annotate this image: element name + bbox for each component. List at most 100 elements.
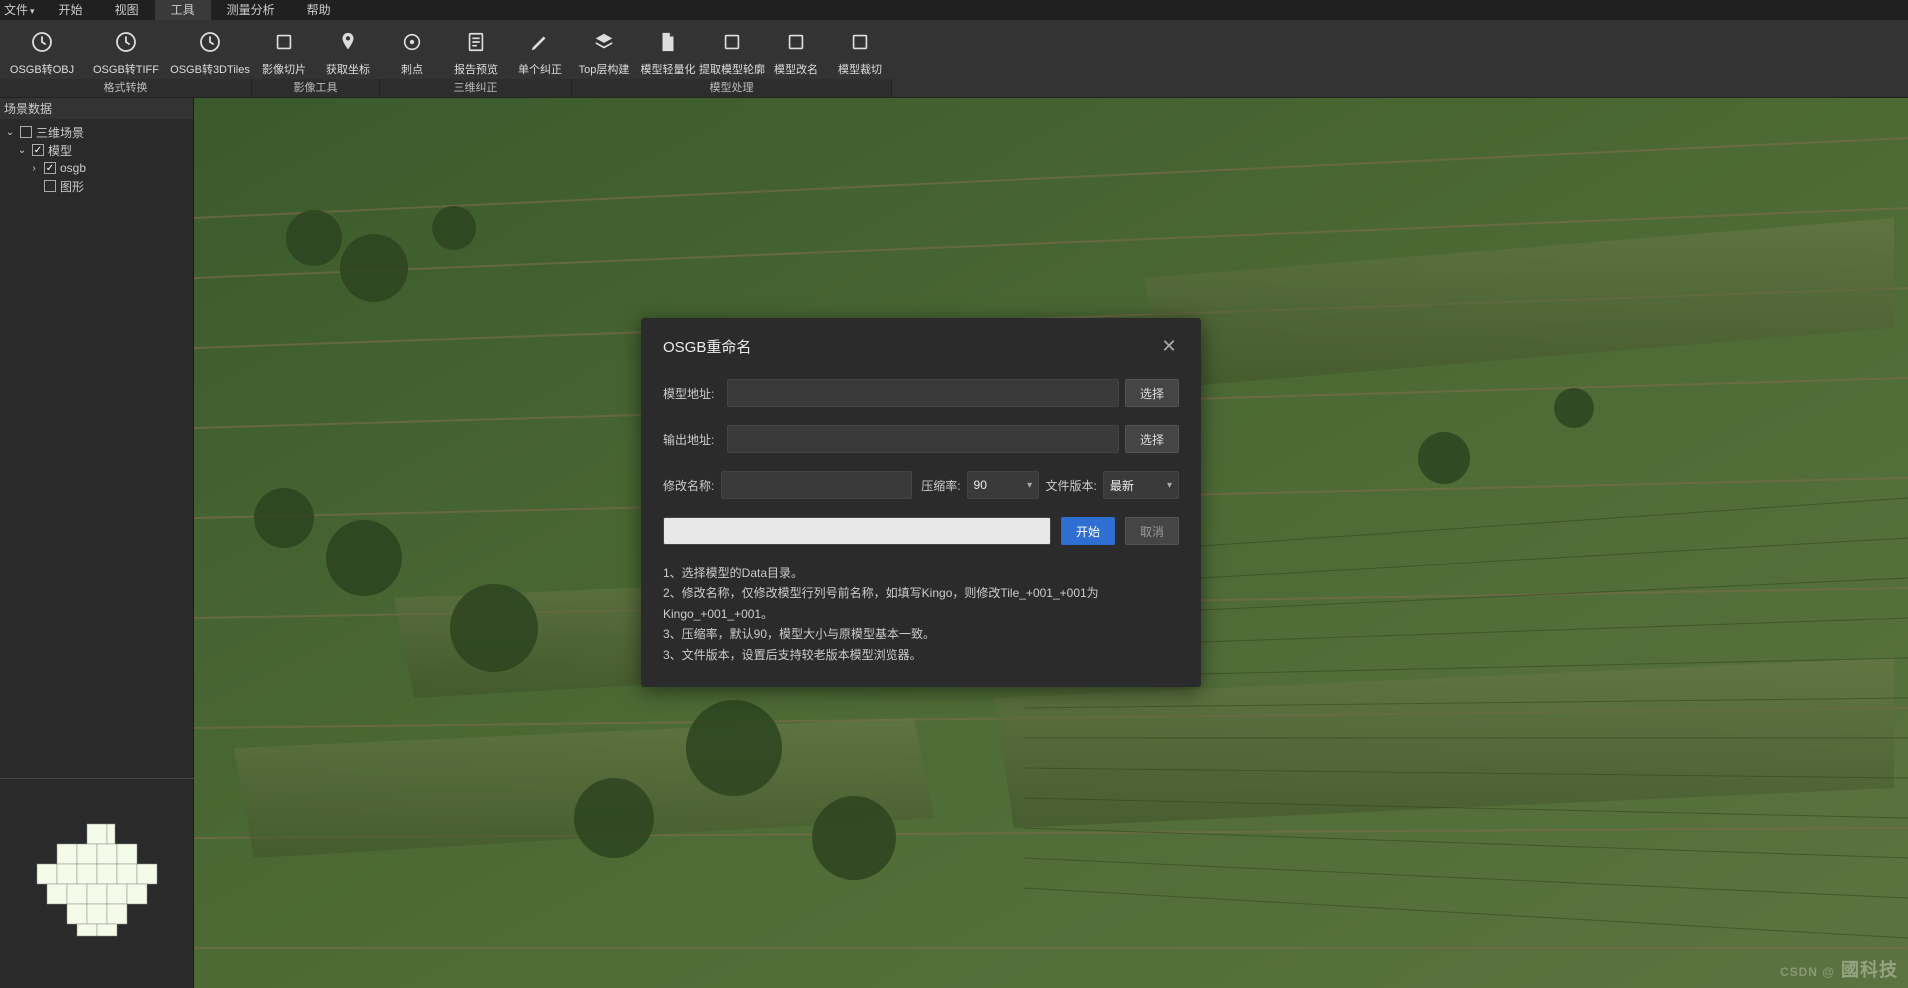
version-value: 最新 (1110, 477, 1134, 494)
output-path-select-button[interactable]: 选择 (1125, 425, 1179, 453)
checkbox[interactable] (44, 180, 56, 192)
ribbon-label: OSGB转3DTiles (170, 61, 250, 77)
tree-label: 图形 (60, 178, 84, 195)
square-icon (719, 29, 745, 55)
model-path-select-button[interactable]: 选择 (1125, 379, 1179, 407)
ribbon-group-label: 格式转换 (0, 79, 252, 97)
ribbon-label: 提取模型轮廓 (699, 61, 765, 77)
checkbox-checked[interactable]: ✓ (44, 162, 56, 174)
tree-model[interactable]: ⌄ ✓ 模型 (2, 141, 193, 159)
doc-icon (463, 29, 489, 55)
cancel-button[interactable]: 取消 (1125, 517, 1179, 545)
menu-measure[interactable]: 测量分析 (211, 0, 291, 20)
checkbox[interactable] (20, 126, 32, 138)
menu-start[interactable]: 开始 (43, 0, 99, 20)
prick-button[interactable]: 刺点 (380, 20, 444, 79)
ribbon-label: 模型裁切 (838, 61, 882, 77)
ribbon-label: 报告预览 (454, 61, 498, 77)
model-light-button[interactable]: 模型轻量化 (636, 20, 700, 79)
menu-tool[interactable]: 工具 (155, 0, 211, 20)
version-label: 文件版本: (1045, 477, 1097, 494)
menu-file[interactable]: 文件 (0, 0, 43, 20)
get-coord-button[interactable]: 获取坐标 (316, 20, 380, 79)
ribbon-label: OSGB转OBJ (10, 61, 74, 77)
menu-help[interactable]: 帮助 (291, 0, 347, 20)
compress-select[interactable]: 90 (967, 471, 1040, 499)
ribbon-group-label: 模型处理 (572, 79, 892, 97)
ribbon-label: OSGB转TIFF (93, 61, 159, 77)
compress-label: 压缩率: (918, 477, 961, 494)
square-icon (783, 29, 809, 55)
progress-input (663, 517, 1051, 545)
close-icon[interactable]: ✕ (1159, 336, 1179, 357)
tree-label: osgb (60, 161, 86, 175)
twisty-right-icon: › (28, 163, 40, 174)
single-correct-button[interactable]: 单个纠正 (508, 20, 572, 79)
dialog-title: OSGB重命名 (663, 336, 751, 357)
help-line-1: 1、选择模型的Data目录。 (663, 563, 1179, 583)
help-text: 1、选择模型的Data目录。 2、修改名称，仅修改模型行列号前名称，如填写Kin… (663, 563, 1179, 665)
target-icon (399, 29, 425, 55)
tree-shape[interactable]: 图形 (2, 177, 193, 195)
ribbon-group-label: 三维纠正 (380, 79, 572, 97)
tree-osgb[interactable]: › ✓ osgb (2, 159, 193, 177)
image-slice-button[interactable]: 影像切片 (252, 20, 316, 79)
watermark-text: 國科技 (1841, 960, 1898, 980)
tree-root[interactable]: ⌄ 三维场景 (2, 123, 193, 141)
model-crop-button[interactable]: 模型裁切 (828, 20, 892, 79)
output-path-input[interactable] (727, 425, 1119, 453)
square-icon (847, 29, 873, 55)
compress-value: 90 (974, 478, 987, 492)
model-path-input[interactable] (727, 379, 1119, 407)
report-preview-button[interactable]: 报告预览 (444, 20, 508, 79)
ribbon-label: 单个纠正 (518, 61, 562, 77)
version-select[interactable]: 最新 (1103, 471, 1179, 499)
watermark-prefix: CSDN @ (1780, 965, 1835, 979)
twisty-down-icon: ⌄ (4, 127, 16, 138)
viewport-3d[interactable]: OSGB重命名 ✕ 模型地址: 选择 输出地址: 选择 修改名称: 压缩率: 9… (194, 98, 1908, 988)
menu-view[interactable]: 视图 (99, 0, 155, 20)
osgb-to-3dtiles-button[interactable]: OSGB转3DTiles (168, 20, 252, 79)
help-line-3: 3、压缩率，默认90，模型大小与原模型基本一致。 (663, 624, 1179, 644)
pin-icon (335, 29, 361, 55)
help-line-4: 3、文件版本，设置后支持较老版本模型浏览器。 (663, 645, 1179, 665)
ribbon-group-label: 影像工具 (252, 79, 380, 97)
circle-arrow-icon (29, 29, 55, 55)
panel-title: 场景数据 (0, 98, 193, 119)
square-icon (271, 29, 297, 55)
start-button[interactable]: 开始 (1061, 517, 1115, 545)
top-build-button[interactable]: Top层构建 (572, 20, 636, 79)
ribbon-label: Top层构建 (579, 61, 630, 77)
tree-label: 模型 (48, 142, 72, 159)
model-path-label: 模型地址: (663, 385, 721, 402)
ribbon-label: 模型轻量化 (641, 61, 696, 77)
circle-arrow-icon (197, 29, 223, 55)
ribbon-label: 刺点 (401, 61, 423, 77)
checkbox-checked[interactable]: ✓ (32, 144, 44, 156)
circle-arrow-icon (113, 29, 139, 55)
ribbon-label: 获取坐标 (326, 61, 370, 77)
rename-label: 修改名称: (663, 477, 715, 494)
help-line-2: 2、修改名称，仅修改模型行列号前名称，如填写Kingo，则修改Tile_+001… (663, 583, 1179, 624)
ribbon-label: 模型改名 (774, 61, 818, 77)
extract-outline-button[interactable]: 提取模型轮廓 (700, 20, 764, 79)
ribbon-label: 影像切片 (262, 61, 306, 77)
layers-icon (591, 29, 617, 55)
model-rename-button[interactable]: 模型改名 (764, 20, 828, 79)
watermark: CSDN @ 國科技 (1780, 956, 1898, 982)
minimap (0, 778, 194, 988)
rename-input[interactable] (721, 471, 912, 499)
scene-tree: ⌄ 三维场景 ⌄ ✓ 模型 › ✓ osgb 图形 (0, 119, 193, 195)
osgb-rename-dialog: OSGB重命名 ✕ 模型地址: 选择 输出地址: 选择 修改名称: 压缩率: 9… (641, 318, 1201, 687)
ribbon-toolbar: OSGB转OBJ OSGB转TIFF OSGB转3DTiles 格式转换影像切片 获取坐… (0, 20, 1908, 98)
osgb-to-obj-button[interactable]: OSGB转OBJ (0, 20, 84, 79)
pen-icon (527, 29, 553, 55)
osgb-to-tiff-button[interactable]: OSGB转TIFF (84, 20, 168, 79)
tree-label: 三维场景 (36, 124, 84, 141)
output-path-label: 输出地址: (663, 431, 721, 448)
menu-bar: 文件 开始 视图 工具 测量分析 帮助 (0, 0, 1908, 20)
twisty-down-icon: ⌄ (16, 145, 28, 156)
file-icon (655, 29, 681, 55)
minimap-tiles-icon (17, 804, 177, 964)
side-panel: 场景数据 ⌄ 三维场景 ⌄ ✓ 模型 › ✓ osgb 图形 (0, 98, 194, 988)
